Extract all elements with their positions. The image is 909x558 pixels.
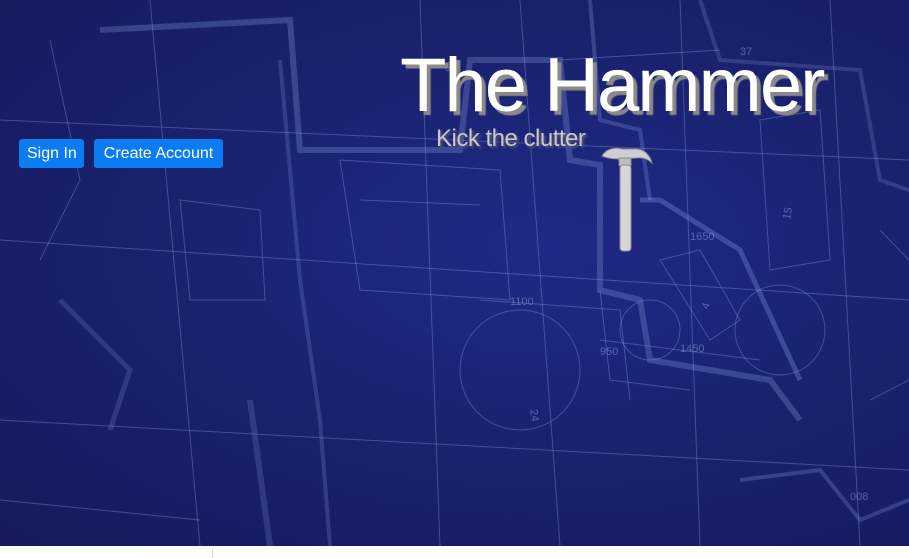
svg-text:4: 4 — [700, 301, 713, 311]
page-title: The Hammer — [400, 43, 825, 128]
hammer-icon — [601, 147, 653, 252]
footer-strip — [0, 546, 909, 558]
sign-in-button[interactable]: Sign In — [19, 139, 84, 168]
svg-text:1450: 1450 — [680, 343, 704, 355]
svg-text:008: 008 — [850, 491, 868, 503]
svg-text:1100: 1100 — [510, 296, 534, 308]
svg-text:950: 950 — [600, 346, 618, 358]
svg-text:1650: 1650 — [690, 231, 714, 243]
footer-divider — [212, 549, 213, 558]
tagline: Kick the clutter — [436, 125, 586, 152]
svg-text:24: 24 — [527, 408, 541, 422]
create-account-button[interactable]: Create Account — [94, 139, 223, 168]
hero-section: 18 24 15 4 1650 1450 1100 950 37 008 Sig… — [0, 0, 909, 546]
svg-text:15: 15 — [781, 206, 795, 220]
